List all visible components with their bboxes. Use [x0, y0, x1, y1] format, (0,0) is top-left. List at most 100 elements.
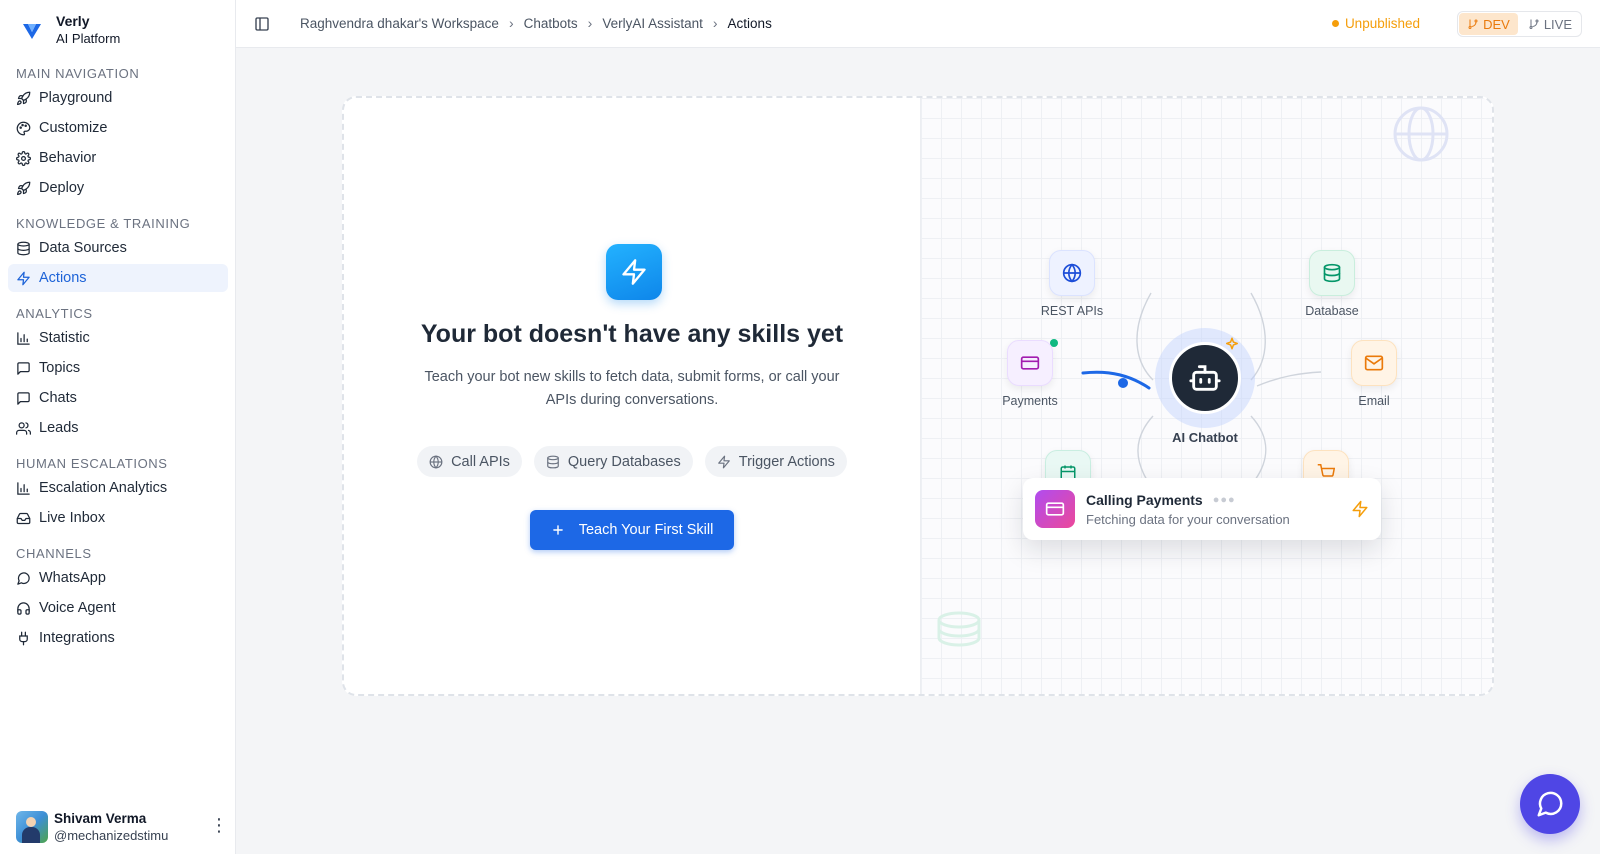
mail-icon — [1364, 355, 1384, 371]
section-knowledge-training: KNOWLEDGE & TRAINING — [16, 216, 191, 231]
plus-icon — [552, 525, 563, 535]
sidebar-item-behavior[interactable]: Behavior — [8, 144, 228, 172]
chat-widget-button[interactable] — [1520, 774, 1580, 834]
verly-logo-icon — [23, 23, 41, 39]
node-rest-apis — [1049, 250, 1095, 296]
globe-icon — [429, 454, 443, 469]
sidebar-item-label: Statistic — [39, 330, 90, 346]
env-dev-button[interactable]: DEV — [1459, 13, 1518, 35]
user-name: Shivam Verma — [54, 811, 147, 826]
credit-card-icon — [1035, 490, 1075, 528]
brand-subtitle: AI Platform — [56, 31, 121, 46]
breadcrumb-assistant[interactable]: VerlyAI Assistant — [602, 16, 703, 31]
teach-first-skill-button[interactable]: Teach Your First Skill — [530, 510, 734, 550]
globe-icon — [1062, 263, 1082, 283]
sidebar-item-label: Topics — [39, 360, 81, 376]
git-branch-icon — [1468, 19, 1478, 29]
env-live-button[interactable]: LIVE — [1520, 13, 1580, 35]
sidebar-item-integrations[interactable]: Integrations — [8, 624, 228, 652]
user-handle: @mechanizedstimu — [54, 828, 169, 843]
breadcrumb: Raghvendra dhakar's Workspace › Chatbots… — [300, 15, 772, 31]
sidebar-item-actions[interactable]: Actions — [8, 264, 228, 292]
sidebar-toggle-icon[interactable] — [254, 16, 270, 32]
user-profile[interactable]: Shivam Verma @mechanizedstimu ⋮ — [16, 810, 228, 844]
sidebar-item-whatsapp[interactable]: WhatsApp — [8, 564, 228, 592]
breadcrumb-chatbots[interactable]: Chatbots — [524, 16, 578, 31]
sidebar-item-label: Customize — [39, 120, 108, 136]
bolt-icon — [717, 455, 730, 468]
bolt-icon — [17, 271, 30, 285]
sidebar-item-label: Chats — [39, 390, 77, 406]
node-email — [1351, 340, 1397, 386]
database-icon — [1323, 263, 1341, 283]
bolt-icon — [606, 244, 662, 300]
sidebar-item-voice-agent[interactable]: Voice Agent — [8, 594, 228, 622]
headphones-icon — [17, 601, 30, 615]
status-label: Unpublished — [1344, 16, 1420, 31]
empty-state-panel: Your bot doesn't have any skills yet Tea… — [344, 98, 920, 694]
message-square-icon — [17, 361, 30, 375]
sidebar-item-topics[interactable]: Topics — [8, 354, 228, 382]
integration-diagram: REST APIs Database Payments Email AI Cha… — [921, 98, 1492, 694]
message-square-icon — [17, 391, 30, 405]
sidebar-item-chats[interactable]: Chats — [8, 384, 228, 412]
database-icon — [17, 241, 30, 255]
status-dot-icon — [1331, 20, 1339, 27]
section-main-navigation: MAIN NAVIGATION — [16, 66, 140, 81]
sidebar-item-escalation-analytics[interactable]: Escalation Analytics — [8, 474, 228, 502]
database-icon — [547, 455, 559, 468]
sidebar-item-label: Escalation Analytics — [39, 480, 168, 496]
palette-icon — [16, 121, 31, 135]
top-header: Raghvendra dhakar's Workspace › Chatbots… — [236, 0, 1600, 48]
chevron-right-icon: › — [508, 15, 514, 31]
bar-chart-icon — [17, 331, 30, 345]
sidebar-item-leads[interactable]: Leads — [8, 414, 228, 442]
sidebar-item-label: Deploy — [39, 180, 85, 196]
node-label-email: Email — [1358, 394, 1390, 408]
calling-payments-toast: Calling Payments ●●● Fetching data for yo… — [1023, 478, 1381, 540]
sidebar-item-data-sources[interactable]: Data Sources — [8, 234, 228, 262]
inbox-icon — [16, 512, 31, 524]
breadcrumb-workspace[interactable]: Raghvendra dhakar's Workspace — [300, 16, 499, 31]
env-live-label: LIVE — [1543, 16, 1572, 32]
chevron-right-icon: › — [712, 15, 718, 31]
sidebar-item-deploy[interactable]: Deploy — [8, 174, 228, 202]
sidebar-item-label: Voice Agent — [39, 600, 116, 616]
message-circle-icon — [17, 571, 30, 585]
chip-label: Query Databases — [567, 453, 681, 470]
sidebar-item-statistic[interactable]: Statistic — [8, 324, 228, 352]
main-nav: MAIN NAVIGATION Playground Customize Beh… — [8, 62, 228, 654]
sidebar: Verly AI Platform MAIN NAVIGATION Playgr… — [0, 0, 236, 854]
chip-label: Call APIs — [451, 453, 510, 470]
sidebar-item-label: Actions — [39, 270, 87, 286]
empty-state-title: Your bot doesn't have any skills yet — [420, 320, 844, 348]
more-vertical-icon[interactable]: ⋮ — [210, 816, 228, 834]
brand[interactable]: Verly AI Platform — [20, 12, 120, 47]
loading-dots-icon: ●●● — [1212, 493, 1236, 506]
chevron-right-icon: › — [587, 15, 593, 31]
sidebar-item-live-inbox[interactable]: Live Inbox — [8, 504, 228, 532]
gear-icon — [16, 150, 31, 166]
section-channels: CHANNELS — [16, 546, 92, 561]
chip-call-apis: Call APIs — [417, 446, 522, 477]
status-badge: Unpublished — [1331, 16, 1420, 31]
plug-icon — [19, 631, 28, 645]
node-label-database: Database — [1305, 304, 1359, 318]
rocket-icon — [16, 181, 31, 195]
brand-name: Verly — [56, 13, 90, 29]
node-label-rest-apis: REST APIs — [1040, 304, 1104, 318]
sidebar-item-playground[interactable]: Playground — [8, 84, 228, 112]
chip-trigger-actions: Trigger Actions — [704, 446, 847, 477]
empty-state-description: Teach your bot new skills to fetch data,… — [424, 369, 840, 408]
bot-icon — [1189, 365, 1221, 391]
section-human-escalations: HUMAN ESCALATIONS — [16, 456, 168, 471]
avatar — [16, 811, 48, 843]
sparkle-icon — [1226, 337, 1238, 350]
sidebar-item-customize[interactable]: Customize — [8, 114, 228, 142]
env-dev-label: DEV — [1483, 16, 1510, 32]
section-analytics: ANALYTICS — [16, 306, 93, 321]
sidebar-item-label: Live Inbox — [39, 510, 106, 526]
breadcrumb-current: Actions — [727, 15, 772, 31]
capability-chips: Call APIs Query Databases Trigger Action… — [344, 446, 920, 477]
sidebar-item-label: WhatsApp — [39, 570, 106, 586]
